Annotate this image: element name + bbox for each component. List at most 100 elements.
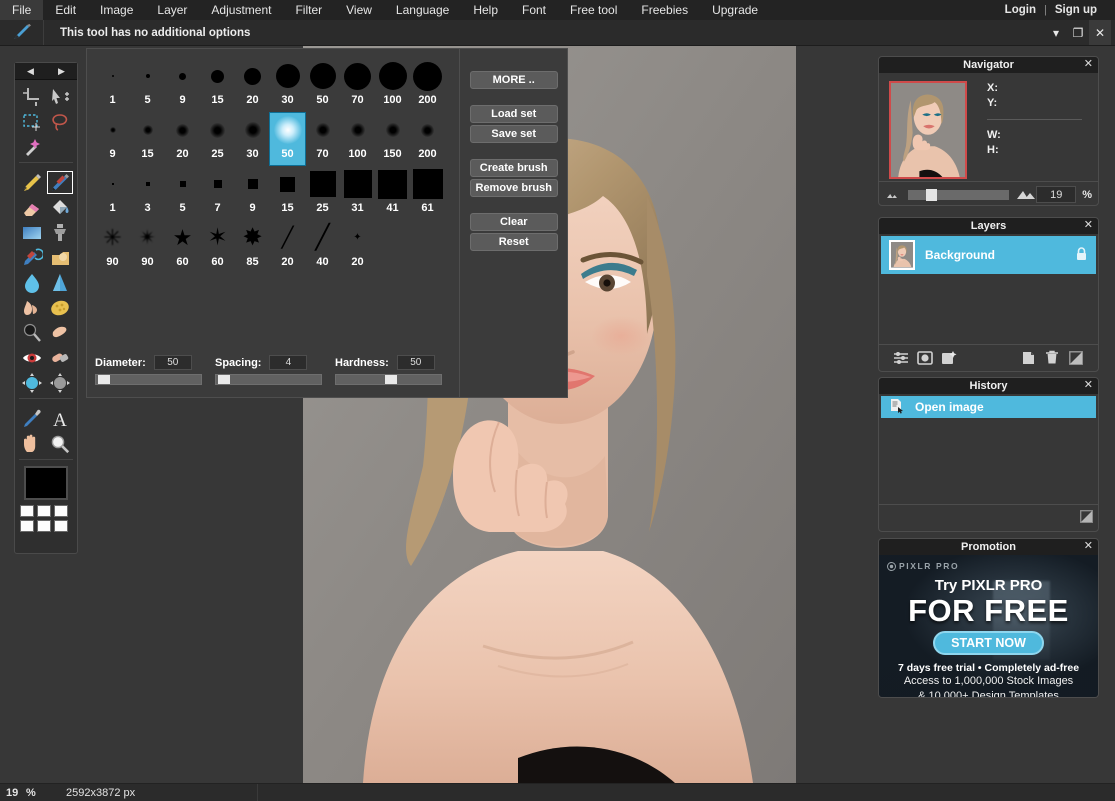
mini-swatch[interactable]	[20, 520, 34, 532]
tools-prev-arrow[interactable]: ◀	[19, 66, 43, 77]
toggle-layer-icon[interactable]	[1064, 350, 1088, 365]
hand-tool[interactable]	[18, 431, 46, 456]
promotion-close-icon[interactable]: ✕	[1084, 539, 1093, 555]
diameter-value[interactable]: 50	[153, 355, 192, 370]
chevron-down-icon[interactable]: ▾	[1045, 20, 1067, 45]
restore-window-icon[interactable]: ❐	[1067, 20, 1089, 45]
duplicate-layer-icon[interactable]	[1016, 351, 1040, 365]
brush-preset[interactable]: ╱ 40	[305, 221, 340, 273]
brush-preset[interactable]: 100	[340, 113, 375, 165]
sharpen-tool[interactable]	[46, 270, 74, 295]
brush-preset[interactable]: 20	[235, 59, 270, 111]
brush-preset[interactable]: 70	[340, 59, 375, 111]
menu-item-view[interactable]: View	[334, 0, 384, 20]
menu-item-edit[interactable]: Edit	[43, 0, 88, 20]
add-style-icon[interactable]	[937, 350, 961, 365]
brush-preset[interactable]: 70	[305, 113, 340, 165]
more-button[interactable]: MORE ..	[469, 71, 558, 89]
hardness-value[interactable]: 50	[396, 355, 435, 370]
menu-item-file[interactable]: File	[0, 0, 44, 20]
brush-preset[interactable]: 5	[165, 167, 200, 219]
login-link[interactable]: Login	[997, 0, 1044, 20]
pencil-tool[interactable]	[18, 170, 46, 195]
brush-preset[interactable]: 9	[95, 113, 130, 165]
status-zoom-value[interactable]: 19	[0, 787, 26, 799]
resize-grip-icon[interactable]	[1080, 510, 1093, 526]
primary-color-swatch[interactable]	[24, 466, 68, 500]
brush-preset[interactable]: 200	[410, 113, 445, 165]
burn-tool[interactable]	[46, 320, 74, 345]
eyedropper-tool[interactable]	[18, 406, 46, 431]
sponge-tool[interactable]	[46, 295, 74, 320]
layer-settings-icon[interactable]	[889, 351, 913, 365]
reset-button[interactable]: Reset	[469, 233, 558, 251]
menu-item-help[interactable]: Help	[461, 0, 510, 20]
red-eye-tool[interactable]	[18, 345, 46, 370]
zoom-tool[interactable]	[46, 431, 74, 456]
load-set-button[interactable]: Load set	[469, 105, 558, 123]
promotion-ad[interactable]: PIXLR PRO Try PIXLR PRO FOR FREE START N…	[879, 555, 1098, 697]
zoom-in-icon[interactable]	[1016, 187, 1036, 203]
brush-preset[interactable]: 3	[130, 167, 165, 219]
close-window-icon[interactable]: ✕	[1089, 20, 1111, 45]
navigator-thumbnail[interactable]	[889, 81, 967, 179]
lock-icon[interactable]	[1075, 246, 1088, 264]
mini-swatch[interactable]	[54, 505, 68, 517]
delete-layer-icon[interactable]	[1040, 350, 1064, 365]
brush-preset[interactable]: 100	[375, 59, 410, 111]
brush-preset[interactable]: ✴ 90	[130, 221, 165, 273]
brush-preset[interactable]: 61	[410, 167, 445, 219]
menu-item-language[interactable]: Language	[384, 0, 461, 20]
brush-preset[interactable]: 5	[130, 59, 165, 111]
brush-preset[interactable]: 31	[340, 167, 375, 219]
menu-item-upgrade[interactable]: Upgrade	[700, 0, 770, 20]
menu-item-font[interactable]: Font	[510, 0, 558, 20]
list-item[interactable]: Open image	[881, 396, 1096, 418]
clone-stamp-tool[interactable]	[46, 220, 74, 245]
signup-link[interactable]: Sign up	[1047, 0, 1105, 20]
layers-close-icon[interactable]: ✕	[1084, 218, 1093, 234]
save-set-button[interactable]: Save set	[469, 125, 558, 143]
gradient-tool[interactable]	[18, 220, 46, 245]
brush-preset[interactable]: ★ 60	[165, 221, 200, 273]
menu-item-layer[interactable]: Layer	[145, 0, 199, 20]
marquee-select-tool[interactable]	[18, 109, 46, 134]
start-now-button[interactable]: START NOW	[933, 631, 1044, 655]
color-replace-tool[interactable]	[18, 245, 46, 270]
spot-heal-tool[interactable]	[46, 345, 74, 370]
move-tool[interactable]	[46, 84, 74, 109]
paint-bucket-tool[interactable]	[46, 195, 74, 220]
menu-item-filter[interactable]: Filter	[283, 0, 334, 20]
spacing-track[interactable]	[215, 374, 322, 385]
mini-swatch[interactable]	[20, 505, 34, 517]
brush-preset[interactable]: 25	[200, 113, 235, 165]
zoom-slider-knob[interactable]	[926, 188, 937, 201]
crop-tool[interactable]	[18, 84, 46, 109]
brush-preset[interactable]: 1	[95, 167, 130, 219]
menu-item-adjustment[interactable]: Adjustment	[199, 0, 283, 20]
brush-preset[interactable]: 7	[200, 167, 235, 219]
brush-preset[interactable]: 15	[200, 59, 235, 111]
menu-item-freebies[interactable]: Freebies	[629, 0, 700, 20]
mini-swatch[interactable]	[54, 520, 68, 532]
brush-preset[interactable]: 150	[375, 113, 410, 165]
brush-preset[interactable]: 41	[375, 167, 410, 219]
dodge-tool[interactable]	[18, 320, 46, 345]
zoom-slider-track[interactable]	[908, 188, 1010, 201]
spacing-knob[interactable]	[218, 375, 230, 384]
menu-item-free-tool[interactable]: Free tool	[558, 0, 629, 20]
brush-preset[interactable]: 200	[410, 59, 445, 111]
brush-preset[interactable]: 20	[165, 113, 200, 165]
bloat-tool[interactable]	[18, 370, 46, 395]
table-row[interactable]: Background	[881, 236, 1096, 274]
brush-preset[interactable]: ╱ 20	[270, 221, 305, 273]
blur-tool[interactable]	[18, 270, 46, 295]
brush-preset[interactable]: 50	[305, 59, 340, 111]
navigator-zoom-value[interactable]: 19	[1036, 186, 1077, 203]
hardness-track[interactable]	[335, 374, 442, 385]
lasso-tool[interactable]	[46, 109, 74, 134]
brush-preset[interactable]: ✦ 20	[340, 221, 375, 273]
smudge-tool[interactable]	[18, 295, 46, 320]
brush-preset[interactable]: 15	[270, 167, 305, 219]
spacing-value[interactable]: 4	[269, 355, 308, 370]
